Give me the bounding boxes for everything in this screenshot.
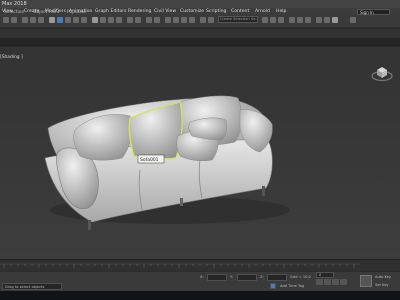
render-production-icon[interactable] <box>332 17 338 23</box>
y-coord-field[interactable] <box>237 274 257 281</box>
align-icon[interactable] <box>262 17 268 23</box>
link-icon[interactable] <box>22 17 28 23</box>
ribbon-panel <box>0 38 400 46</box>
current-frame-text: 0 <box>319 273 322 277</box>
scale-icon[interactable] <box>108 17 114 23</box>
set-key-label[interactable]: Set Key <box>375 283 389 287</box>
z-coord-field[interactable] <box>267 274 287 281</box>
add-time-tag-text[interactable]: Add Time Tag <box>280 284 304 288</box>
menu-customize[interactable]: Customize <box>180 9 204 14</box>
render-setup-icon[interactable] <box>316 17 322 23</box>
layer-explorer-icon[interactable] <box>270 17 276 23</box>
current-frame-field[interactable]: 0 <box>316 272 334 278</box>
unlink-icon[interactable] <box>30 17 36 23</box>
menu-content[interactable]: Content <box>231 9 249 14</box>
percent-snap-icon[interactable] <box>181 17 187 23</box>
rectangular-selection-icon[interactable] <box>73 17 79 23</box>
mirror-icon[interactable] <box>208 17 214 23</box>
sofa-leg <box>180 198 183 206</box>
menu-scripting[interactable]: Scripting <box>206 9 226 14</box>
x-coord-label: X: <box>200 275 204 279</box>
reference-coord-icon[interactable] <box>127 17 133 23</box>
spinner-snap-icon[interactable] <box>189 17 195 23</box>
redo-icon[interactable] <box>11 17 17 23</box>
schematic-view-icon[interactable] <box>297 17 303 23</box>
tab-populate[interactable]: Populate <box>67 10 86 15</box>
rendered-frame-window-icon[interactable] <box>324 17 330 23</box>
menu-civil-view[interactable]: Civil View <box>154 9 176 14</box>
select-manipulate-icon[interactable] <box>146 17 152 23</box>
tab-selection[interactable]: Selection <box>4 10 24 15</box>
auto-key-label[interactable]: Auto Key <box>375 275 391 279</box>
previous-frame-icon[interactable] <box>324 279 331 285</box>
a360-icon[interactable] <box>350 17 356 23</box>
move-icon[interactable] <box>92 17 98 23</box>
select-by-name-icon[interactable] <box>65 17 71 23</box>
window-title: Max 2018 <box>2 1 27 7</box>
menu-rendering[interactable]: Rendering <box>128 9 151 14</box>
title-bar: Max 2018 <box>0 0 400 8</box>
select-filter-icon[interactable] <box>49 17 55 23</box>
object-tooltip-text: Sofa001 <box>140 157 159 163</box>
window-crossing-icon[interactable] <box>81 17 87 23</box>
viewcube-icon[interactable] <box>371 64 393 82</box>
set-key-icon[interactable] <box>360 275 372 287</box>
sofa-leg <box>262 186 265 196</box>
prompt-line: Drag to select objects <box>2 283 62 290</box>
sofa-leg <box>88 220 91 230</box>
time-tag-icon[interactable] <box>270 283 276 289</box>
taskbar <box>0 291 400 300</box>
menu-help[interactable]: Help <box>276 9 286 14</box>
curve-editor-icon[interactable] <box>289 17 295 23</box>
undo-icon[interactable] <box>3 17 9 23</box>
viewport-label[interactable]: [Shading ] <box>0 55 23 60</box>
tab-object-paint[interactable]: Object Paint <box>33 10 60 15</box>
z-coord-label: Z: <box>260 275 264 279</box>
prompt-text: Drag to select objects <box>5 285 45 289</box>
snaps-toggle-icon[interactable] <box>165 17 171 23</box>
keyboard-shortcut-icon[interactable] <box>154 17 160 23</box>
timeline-ruler[interactable] <box>0 263 360 269</box>
menu-arnold[interactable]: Arnold <box>255 9 270 14</box>
edit-named-selection-icon[interactable] <box>200 17 206 23</box>
sofa-model[interactable]: Sofa001 <box>30 80 290 240</box>
angle-snap-icon[interactable] <box>173 17 179 23</box>
front-pillow <box>188 117 228 141</box>
x-coord-field[interactable] <box>207 274 227 281</box>
play-icon[interactable] <box>332 279 339 285</box>
ribbon <box>0 29 400 38</box>
toggle-ribbon-icon[interactable] <box>278 17 284 23</box>
placement-icon[interactable] <box>116 17 122 23</box>
rotate-icon[interactable] <box>100 17 106 23</box>
grid-size-text: Grid = 10,0 <box>290 275 311 279</box>
pivot-center-icon[interactable] <box>135 17 141 23</box>
select-object-icon[interactable] <box>57 17 63 23</box>
material-editor-icon[interactable] <box>305 17 311 23</box>
selection-set-dropdown[interactable]: Create Selection Se... <box>218 16 258 23</box>
y-coord-label: Y: <box>230 275 233 279</box>
bind-space-warp-icon[interactable] <box>38 17 44 23</box>
menu-bar: View Create Modifiers Animation Graph Ed… <box>0 8 400 15</box>
menu-graph-editors[interactable]: Graph Editors <box>95 9 127 14</box>
go-to-start-icon[interactable] <box>316 279 323 285</box>
next-frame-icon[interactable] <box>340 279 347 285</box>
